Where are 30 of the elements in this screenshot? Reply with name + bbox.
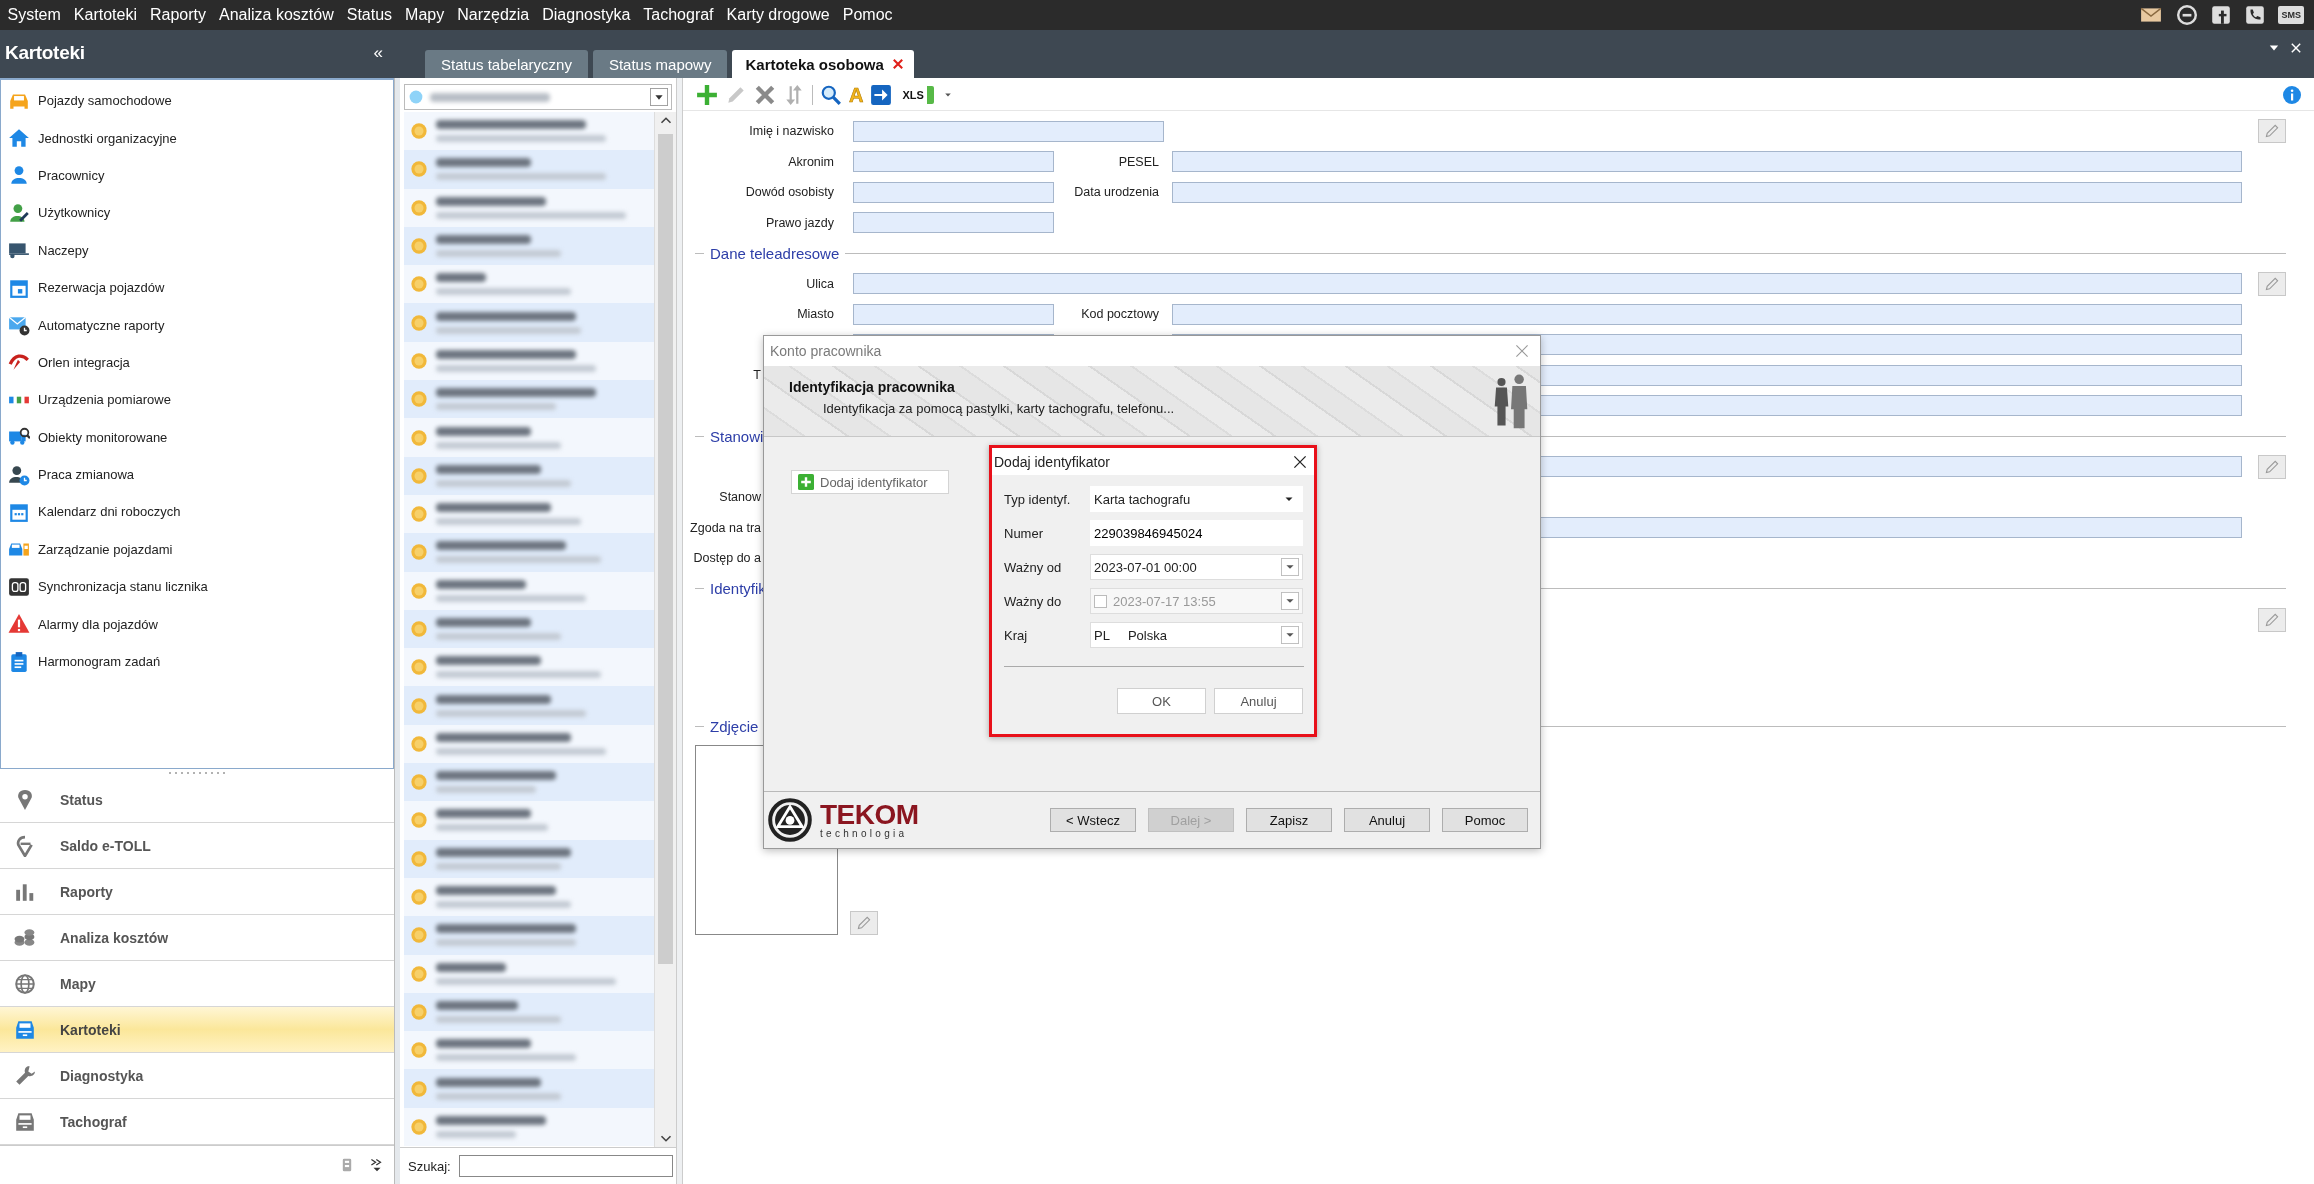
field-label: T: [753, 368, 761, 383]
window-title: Konto pracownika: [770, 343, 882, 359]
dialog-heading: Identyfikacja pracownika: [789, 378, 956, 395]
field-label: Typ identyf.: [1004, 491, 1072, 507]
field-label: Prawo jazdy: [765, 215, 834, 230]
section-title: Zdjęcie: [710, 717, 759, 735]
field-label: Ważny od: [1004, 559, 1063, 575]
logo-name: TEKOM: [820, 801, 919, 829]
field-label: Zgoda na tra: [690, 520, 761, 535]
section-title: Dane teleadresowe: [710, 244, 840, 262]
field-label: Miasto: [797, 307, 834, 322]
field-label: Kraj: [1004, 627, 1029, 643]
field-label: Dowód osobisty: [745, 185, 834, 200]
section-title: Stanowi: [710, 427, 764, 445]
field-label: Ulica: [806, 276, 834, 291]
search-label: Szukaj:: [408, 1158, 451, 1174]
window-title: Dodaj identyfikator: [994, 453, 1110, 470]
field-label: Kod pocztowy: [1081, 307, 1159, 322]
logo-tagline: technologia: [820, 829, 909, 839]
dialog-subheading: Identyfikacja za pomocą pastylki, karty tachografu, telefonu...: [822, 400, 1175, 416]
field-label: Numer: [1004, 525, 1044, 541]
field-label: Stanow: [719, 490, 761, 505]
field-label: Akronim: [788, 154, 834, 169]
field-label: Data urodzenia: [1074, 185, 1159, 200]
field-label: Dostęp do a: [693, 551, 761, 566]
section-title: Identyfik: [710, 580, 766, 598]
field-label: Imię i nazwisko: [749, 124, 834, 139]
field-label: Ważny do: [1004, 593, 1063, 609]
panel-title: Kartoteki: [5, 42, 85, 64]
field-label: PESEL: [1118, 154, 1159, 169]
